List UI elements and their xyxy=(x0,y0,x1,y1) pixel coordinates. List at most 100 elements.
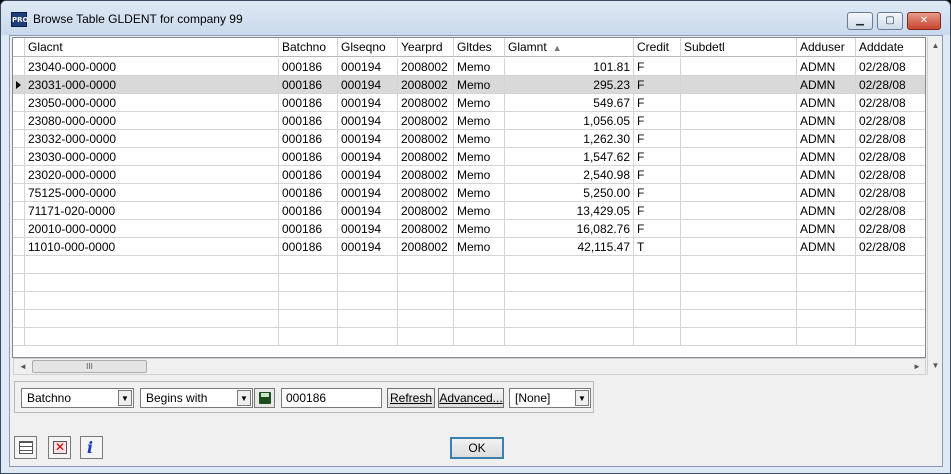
row-indicator[interactable] xyxy=(13,292,25,309)
close-button[interactable]: ✕ xyxy=(907,12,941,30)
ok-button[interactable]: OK xyxy=(450,437,504,459)
cell-glamnt[interactable]: 1,056.05 xyxy=(505,112,634,129)
cell-glseqno[interactable]: 000194 xyxy=(338,238,398,255)
cell-glamnt[interactable]: 295.23 xyxy=(505,76,634,93)
cell-glamnt[interactable]: 13,429.05 xyxy=(505,202,634,219)
cell-glseqno[interactable]: 000194 xyxy=(338,202,398,219)
column-header-batchno[interactable]: Batchno xyxy=(279,38,338,56)
cell-glseqno[interactable]: 000194 xyxy=(338,166,398,183)
cell-credit[interactable]: F xyxy=(634,94,681,111)
cell-subdetl[interactable] xyxy=(681,112,797,129)
cell-subdetl[interactable] xyxy=(681,94,797,111)
column-header-credit[interactable]: Credit xyxy=(634,38,681,56)
cell-glamnt[interactable]: 549.67 xyxy=(505,94,634,111)
cell-yearprd[interactable]: 2008002 xyxy=(398,184,454,201)
cell-yearprd[interactable]: 2008002 xyxy=(398,58,454,75)
table-row[interactable]: 23020-000-0000 000186 000194 2008002 Memo 2,5… xyxy=(13,166,925,184)
vertical-scrollbar[interactable]: ▲ ▼ xyxy=(927,37,942,375)
cell-yearprd[interactable]: 2008002 xyxy=(398,76,454,93)
cell-adddate[interactable]: 02/28/08 xyxy=(856,202,925,219)
row-indicator[interactable] xyxy=(13,220,25,237)
cell-subdetl[interactable] xyxy=(681,148,797,165)
cell-glamnt[interactable]: 2,540.98 xyxy=(505,166,634,183)
row-indicator[interactable] xyxy=(13,274,25,291)
cell-credit[interactable]: F xyxy=(634,58,681,75)
cell-gltdes[interactable]: Memo xyxy=(454,184,505,201)
cell-glamnt[interactable]: 1,262.30 xyxy=(505,130,634,147)
cell-gltdes[interactable]: Memo xyxy=(454,76,505,93)
cell-credit[interactable]: F xyxy=(634,130,681,147)
cell-gltdes[interactable]: Memo xyxy=(454,220,505,237)
column-header-adddate[interactable]: Adddate xyxy=(856,38,925,56)
title-bar[interactable]: PRO Browse Table GLDENT for company 99 ▁… xyxy=(1,1,950,35)
cell-gltdes[interactable]: Memo xyxy=(454,58,505,75)
cell-gltdes[interactable]: Memo xyxy=(454,130,505,147)
info-button[interactable]: i xyxy=(80,436,103,459)
cell-credit[interactable]: F xyxy=(634,220,681,237)
cell-adddate[interactable]: 02/28/08 xyxy=(856,130,925,147)
cell-credit[interactable]: T xyxy=(634,238,681,255)
cell-subdetl[interactable] xyxy=(681,130,797,147)
cell-glacnt[interactable]: 23040-000-0000 xyxy=(25,58,279,75)
cell-adddate[interactable]: 02/28/08 xyxy=(856,76,925,93)
cell-batchno[interactable]: 000186 xyxy=(279,202,338,219)
cell-glseqno[interactable]: 000194 xyxy=(338,148,398,165)
cell-adduser[interactable]: ADMN xyxy=(797,112,856,129)
cell-adduser[interactable]: ADMN xyxy=(797,94,856,111)
column-header-glamnt[interactable]: Glamnt ▲ xyxy=(505,38,634,56)
cell-glseqno[interactable]: 000194 xyxy=(338,58,398,75)
cell-glseqno[interactable]: 000194 xyxy=(338,220,398,237)
table-row[interactable]: 23040-000-0000 000186 000194 2008002 Memo 101… xyxy=(13,58,925,76)
filter-preset-select[interactable]: [None] ▼ xyxy=(509,388,591,408)
cell-subdetl[interactable] xyxy=(681,58,797,75)
table-row[interactable]: 23031-000-0000 000186 000194 2008002 Memo 295… xyxy=(13,76,925,94)
cell-glacnt[interactable]: 23032-000-0000 xyxy=(25,130,279,147)
cell-glacnt[interactable]: 23020-000-0000 xyxy=(25,166,279,183)
cell-yearprd[interactable]: 2008002 xyxy=(398,238,454,255)
cell-adduser[interactable]: ADMN xyxy=(797,202,856,219)
row-indicator[interactable] xyxy=(13,130,25,147)
cell-glacnt[interactable]: 23080-000-0000 xyxy=(25,112,279,129)
cell-yearprd[interactable]: 2008002 xyxy=(398,148,454,165)
cell-glseqno[interactable]: 000194 xyxy=(338,94,398,111)
cell-yearprd[interactable]: 2008002 xyxy=(398,166,454,183)
row-indicator[interactable] xyxy=(13,328,25,345)
cell-batchno[interactable]: 000186 xyxy=(279,112,338,129)
cell-glacnt[interactable]: 71171-020-0000 xyxy=(25,202,279,219)
cell-glamnt[interactable]: 5,250.00 xyxy=(505,184,634,201)
cell-adduser[interactable]: ADMN xyxy=(797,148,856,165)
horizontal-scrollbar[interactable]: ◄ III ► xyxy=(13,358,926,375)
column-header-gltdes[interactable]: Gltdes xyxy=(454,38,505,56)
row-indicator[interactable] xyxy=(13,256,25,273)
cell-adduser[interactable]: ADMN xyxy=(797,220,856,237)
table-row[interactable]: 23080-000-0000 000186 000194 2008002 Memo 1,0… xyxy=(13,112,925,130)
cell-subdetl[interactable] xyxy=(681,238,797,255)
delete-record-button[interactable] xyxy=(48,436,71,459)
column-header-yearprd[interactable]: Yearprd xyxy=(398,38,454,56)
cell-adddate[interactable]: 02/28/08 xyxy=(856,166,925,183)
column-header-glseqno[interactable]: Glseqno xyxy=(338,38,398,56)
cell-yearprd[interactable]: 2008002 xyxy=(398,202,454,219)
row-indicator[interactable] xyxy=(13,58,25,75)
scroll-right-icon[interactable]: ► xyxy=(910,360,924,373)
cell-subdetl[interactable] xyxy=(681,202,797,219)
column-header-adduser[interactable]: Adduser xyxy=(797,38,856,56)
cell-credit[interactable]: F xyxy=(634,76,681,93)
row-indicator[interactable] xyxy=(13,310,25,327)
cell-batchno[interactable]: 000186 xyxy=(279,220,338,237)
refresh-button[interactable]: Refresh xyxy=(387,388,435,408)
table-row[interactable]: 20010-000-0000 000186 000194 2008002 Memo 16,… xyxy=(13,220,925,238)
cell-credit[interactable]: F xyxy=(634,112,681,129)
row-indicator[interactable] xyxy=(13,38,25,56)
cell-credit[interactable]: F xyxy=(634,166,681,183)
cell-adddate[interactable]: 02/28/08 xyxy=(856,184,925,201)
cell-yearprd[interactable]: 2008002 xyxy=(398,112,454,129)
filter-field-select[interactable]: Batchno ▼ xyxy=(21,388,134,408)
minimize-button[interactable]: ▁ xyxy=(847,12,873,30)
cell-subdetl[interactable] xyxy=(681,166,797,183)
cell-batchno[interactable]: 000186 xyxy=(279,94,338,111)
cell-credit[interactable]: F xyxy=(634,148,681,165)
chevron-down-icon[interactable]: ▼ xyxy=(237,390,251,406)
maximize-button[interactable]: ▢ xyxy=(877,12,903,30)
cell-glacnt[interactable]: 23030-000-0000 xyxy=(25,148,279,165)
